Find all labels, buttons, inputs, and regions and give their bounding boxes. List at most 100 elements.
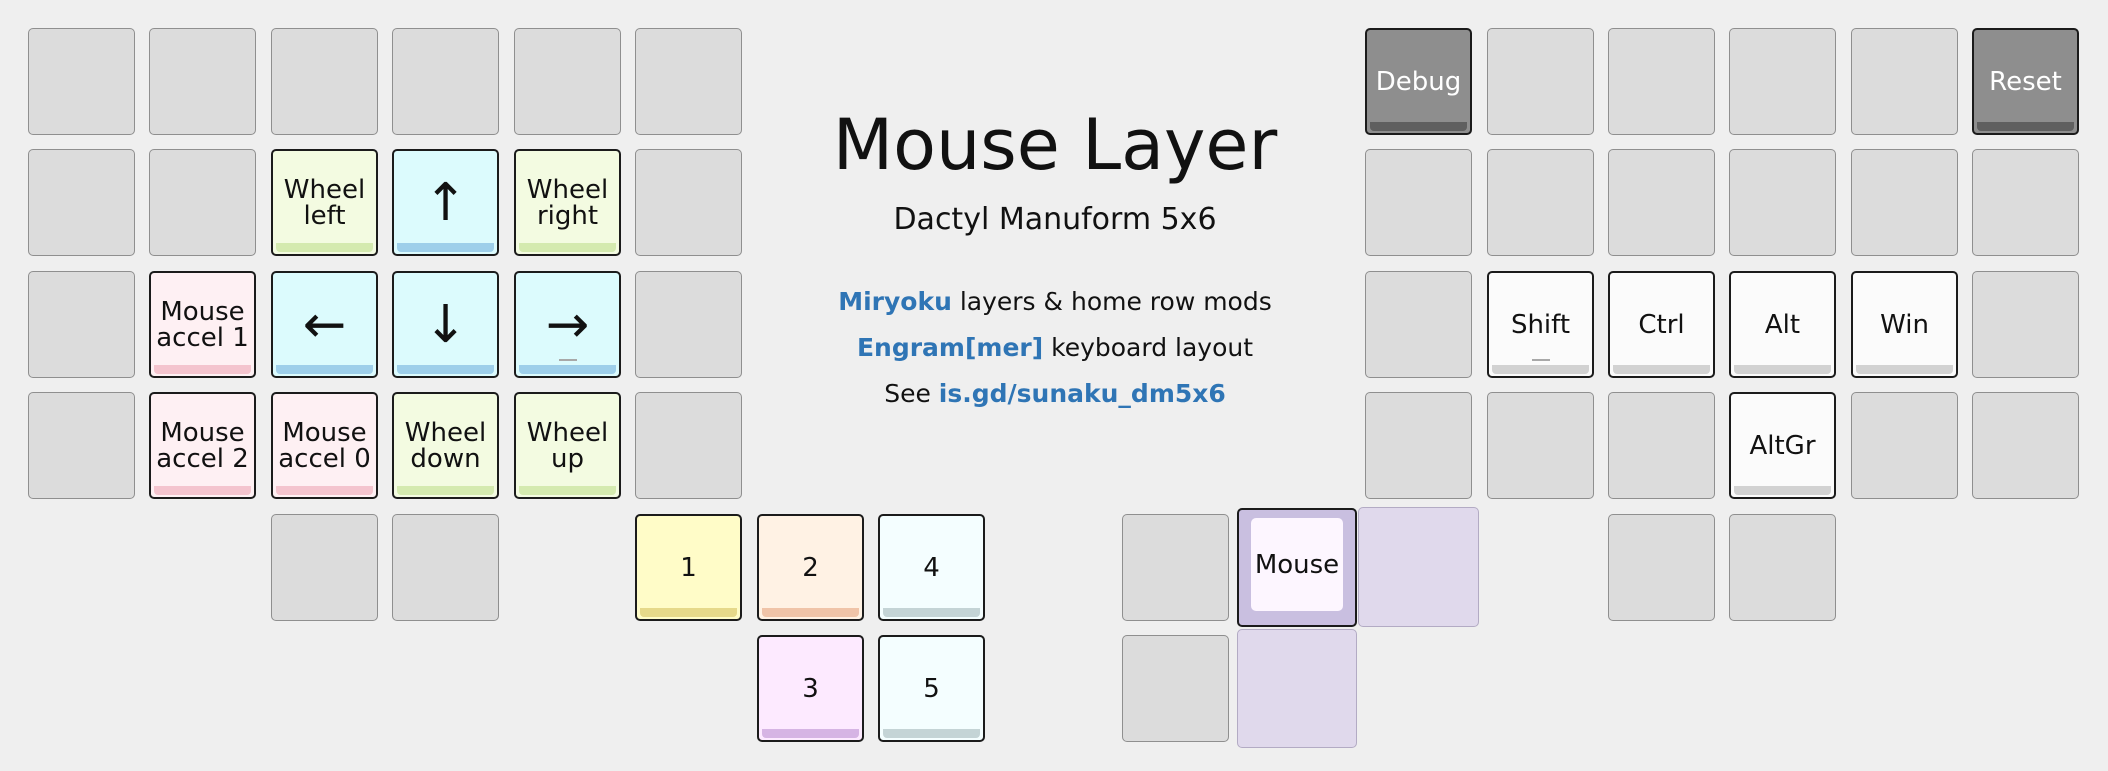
key-blank <box>1729 28 1836 135</box>
key-blank <box>28 271 135 378</box>
key-ghost <box>1358 507 1479 627</box>
key-ghost <box>1237 629 1357 748</box>
key-blank <box>1608 28 1715 135</box>
info-block: Miryoku layers & home row mods Engram[me… <box>760 279 1350 417</box>
title-block: Mouse Layer Dactyl Manuform 5x6 Miryoku … <box>760 100 1350 417</box>
key-label: Shift <box>1510 309 1571 340</box>
thumb-key-4: 4 <box>878 514 985 621</box>
key-blank <box>1487 392 1594 499</box>
mouse-key-cap: Mouse <box>1251 518 1343 611</box>
key-mouse-layer-hold: Mouse <box>1237 508 1357 627</box>
key-blank <box>1851 392 1958 499</box>
key-reset: Reset <box>1972 28 2079 135</box>
key-label: Reset <box>1989 66 2062 97</box>
key-blank <box>28 392 135 499</box>
key-blank <box>1972 392 2079 499</box>
key-label: Mouse accel 1 <box>156 296 249 353</box>
key-wheel-left: Wheel left <box>271 149 378 256</box>
info-line: Engram[mer] keyboard layout <box>760 325 1350 371</box>
key-blank <box>392 514 499 621</box>
right-arrow-icon: → <box>545 294 590 355</box>
key-label: Mouse accel 0 <box>278 417 371 474</box>
key-blank <box>1729 149 1836 256</box>
up-arrow-icon: ↑ <box>423 172 468 233</box>
key-mouse-accel-1: Mouse accel 1 <box>149 271 256 378</box>
home-key-marker <box>558 359 577 361</box>
key-debug: Debug <box>1365 28 1472 135</box>
key-blank <box>271 514 378 621</box>
info-line: See is.gd/sunaku_dm5x6 <box>760 371 1350 417</box>
key-altgr: AltGr <box>1729 392 1836 499</box>
key-blank <box>1729 514 1836 621</box>
key-blank <box>635 149 742 256</box>
key-blank <box>1365 149 1472 256</box>
key-label: Wheel down <box>404 417 487 474</box>
key-wheel-up: Wheel up <box>514 392 621 499</box>
key-blank <box>1608 514 1715 621</box>
miryoku-link[interactable]: Miryoku <box>838 287 952 316</box>
thumb-key-1: 1 <box>635 514 742 621</box>
key-alt: Alt <box>1729 271 1836 378</box>
left-arrow-icon: ← <box>302 294 347 355</box>
key-blank <box>149 149 256 256</box>
key-ctrl: Ctrl <box>1608 271 1715 378</box>
key-blank <box>1122 635 1229 742</box>
key-blank <box>1972 149 2079 256</box>
key-mouse-accel-0: Mouse accel 0 <box>271 392 378 499</box>
key-blank <box>271 28 378 135</box>
key-label: Wheel up <box>526 417 609 474</box>
key-label: 1 <box>680 552 697 583</box>
key-blank <box>149 28 256 135</box>
key-label: 5 <box>923 673 940 704</box>
key-wheel-down: Wheel down <box>392 392 499 499</box>
thumb-key-3: 3 <box>757 635 864 742</box>
key-label: Wheel left <box>283 174 366 231</box>
key-blank <box>635 392 742 499</box>
key-blank <box>1851 28 1958 135</box>
key-label: 3 <box>802 673 819 704</box>
key-blank <box>1365 271 1472 378</box>
page-subtitle: Dactyl Manuform 5x6 <box>893 202 1217 237</box>
info-text: layers & home row mods <box>951 287 1272 316</box>
key-blank <box>28 28 135 135</box>
key-label: 2 <box>802 552 819 583</box>
key-label: Mouse <box>1254 549 1340 580</box>
key-mouse-up: ↑ <box>392 149 499 256</box>
thumb-key-2: 2 <box>757 514 864 621</box>
key-blank <box>1122 514 1229 621</box>
key-blank <box>1608 149 1715 256</box>
key-wheel-right: Wheel right <box>514 149 621 256</box>
key-mouse-accel-2: Mouse accel 2 <box>149 392 256 499</box>
engrammer-link[interactable]: Engram[mer] <box>857 333 1043 362</box>
key-win: Win <box>1851 271 1958 378</box>
key-label: Debug <box>1375 66 1462 97</box>
key-blank <box>1608 392 1715 499</box>
key-label: AltGr <box>1749 430 1816 461</box>
key-label: Win <box>1880 309 1929 340</box>
key-shift: Shift <box>1487 271 1594 378</box>
info-text: See <box>884 379 939 408</box>
keyboard-diagram: Wheel left ↑ Wheel right Mouse accel 1 ←… <box>0 0 2108 771</box>
page-title: Mouse Layer <box>832 104 1278 186</box>
layout-url-link[interactable]: is.gd/sunaku_dm5x6 <box>939 379 1226 408</box>
key-mouse-down: ↓ <box>392 271 499 378</box>
key-label: Alt <box>1764 309 1801 340</box>
key-blank <box>1972 271 2079 378</box>
key-blank <box>1851 149 1958 256</box>
info-text: keyboard layout <box>1043 333 1254 362</box>
key-blank <box>635 28 742 135</box>
key-mouse-left: ← <box>271 271 378 378</box>
key-blank <box>635 271 742 378</box>
key-mouse-right: → <box>514 271 621 378</box>
down-arrow-icon: ↓ <box>423 294 468 355</box>
key-blank <box>1365 392 1472 499</box>
key-blank <box>514 28 621 135</box>
key-label: Ctrl <box>1638 309 1685 340</box>
key-label: Mouse accel 2 <box>156 417 249 474</box>
key-blank <box>392 28 499 135</box>
info-line: Miryoku layers & home row mods <box>760 279 1350 325</box>
key-blank <box>28 149 135 256</box>
key-label: 4 <box>923 552 940 583</box>
key-blank <box>1487 28 1594 135</box>
thumb-key-5: 5 <box>878 635 985 742</box>
